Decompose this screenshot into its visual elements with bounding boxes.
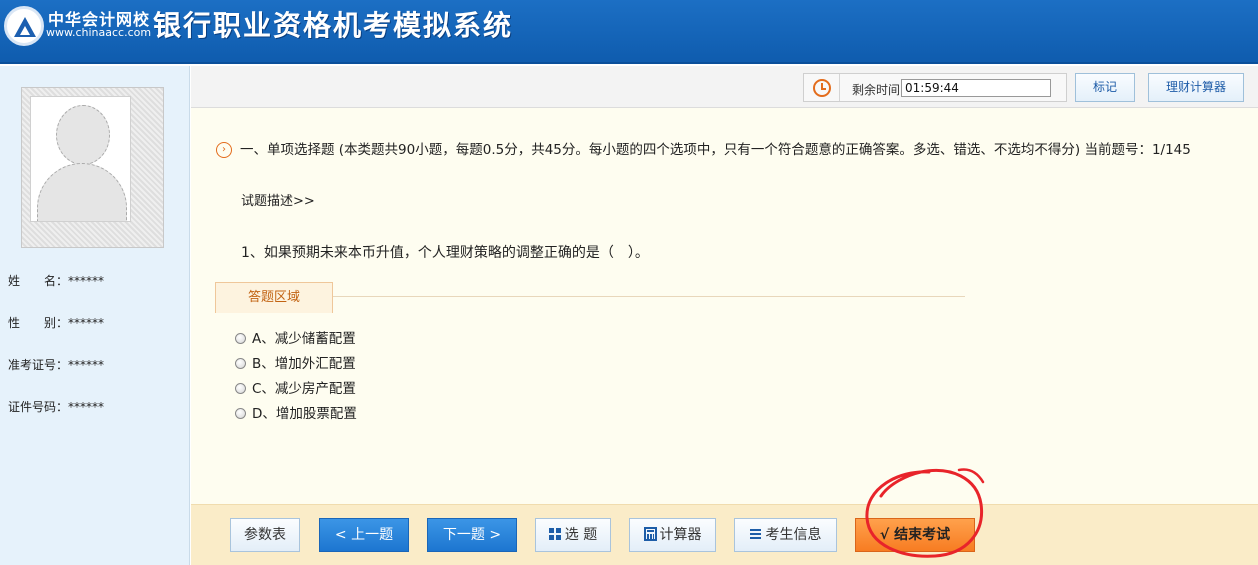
info-admission-number: 准考证号：******	[8, 358, 105, 372]
examinee-info-button[interactable]: 考生信息	[734, 518, 837, 552]
examinee-photo	[21, 87, 164, 248]
timer-label: 剩余时间	[852, 83, 901, 97]
top-toolbar: 剩余时间 01:59:44 标记 理财计算器	[191, 66, 1258, 108]
grid-icon	[548, 528, 561, 540]
brand-url: www.chinaacc.com	[46, 26, 152, 39]
timer-box: 剩余时间 01:59:44	[803, 73, 1067, 102]
clock-icon	[813, 79, 831, 97]
system-title: 银行职业资格机考模拟系统	[153, 9, 514, 42]
question-text: 1、如果预期未来本币升值，个人理财策略的调整正确的是（ ）。	[241, 245, 649, 261]
option-b[interactable]: B、增加外汇配置	[235, 352, 356, 372]
chinaacc-logo-icon	[4, 6, 44, 46]
end-exam-button[interactable]: √ 结束考试	[855, 518, 975, 552]
financial-calculator-button[interactable]: 理财计算器	[1148, 73, 1244, 102]
timer-value: 01:59:44	[901, 79, 1051, 97]
info-gender: 性 别：******	[8, 316, 105, 330]
radio-button[interactable]	[235, 408, 246, 419]
section-header-text: 一、单项选择题 (本类题共90小题，每题0.5分，共45分。每小题的四个选项中，…	[240, 142, 1191, 158]
bottom-toolbar: 参数表 < 上一题 下一题 > 选 题 计算器 考生信息 √ 结束考试	[191, 504, 1258, 565]
calculator-button[interactable]: 计算器	[629, 518, 716, 552]
mark-button[interactable]: 标记	[1075, 73, 1135, 102]
list-icon	[749, 529, 761, 539]
question-description-link[interactable]: 试题描述>>	[241, 190, 315, 209]
prev-question-button[interactable]: < 上一题	[319, 518, 409, 552]
radio-button[interactable]	[235, 333, 246, 344]
chevron-right-icon: ›	[216, 142, 232, 158]
next-question-button[interactable]: 下一题 >	[427, 518, 517, 552]
option-d[interactable]: D、增加股票配置	[235, 402, 357, 422]
params-table-button[interactable]: 参数表	[230, 518, 300, 552]
radio-button[interactable]	[235, 383, 246, 394]
section-header: › 一、单项选择题 (本类题共90小题，每题0.5分，共45分。每小题的四个选项中…	[216, 138, 1191, 158]
examinee-sidebar: 姓 名：****** 性 别：****** 准考证号：****** 证件号码：*…	[0, 66, 190, 565]
app-header: 中华会计网校 www.chinaacc.com 银行职业资格机考模拟系统	[0, 0, 1258, 64]
select-question-button[interactable]: 选 题	[535, 518, 611, 552]
info-id-number: 证件号码：******	[8, 400, 105, 414]
divider	[333, 296, 965, 297]
exam-main-panel: 剩余时间 01:59:44 标记 理财计算器 › 一、单项选择题 (本类题共90小…	[191, 66, 1258, 565]
info-name: 姓 名：******	[8, 274, 105, 288]
option-a[interactable]: A、减少储蓄配置	[235, 327, 356, 347]
radio-button[interactable]	[235, 358, 246, 369]
answer-area-tab: 答题区域	[215, 282, 333, 313]
option-c[interactable]: C、减少房产配置	[235, 377, 356, 397]
avatar-placeholder-icon	[56, 105, 110, 165]
calculator-icon	[643, 527, 657, 541]
